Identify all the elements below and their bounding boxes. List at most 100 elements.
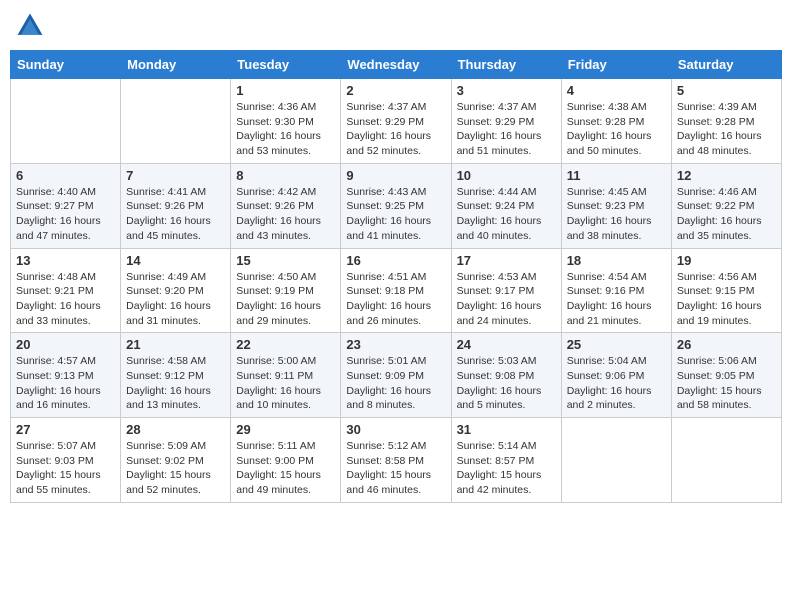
day-info: Sunrise: 5:04 AM Sunset: 9:06 PM Dayligh… xyxy=(567,354,666,413)
day-info: Sunrise: 4:51 AM Sunset: 9:18 PM Dayligh… xyxy=(346,270,445,329)
calendar-cell: 17 Sunrise: 4:53 AM Sunset: 9:17 PM Dayli… xyxy=(451,248,561,333)
day-info: Sunrise: 4:45 AM Sunset: 9:23 PM Dayligh… xyxy=(567,185,666,244)
day-number: 13 xyxy=(16,253,115,268)
day-info: Sunrise: 5:14 AM Sunset: 8:57 PM Dayligh… xyxy=(457,439,556,498)
day-info: Sunrise: 4:56 AM Sunset: 9:15 PM Dayligh… xyxy=(677,270,776,329)
calendar-cell: 25 Sunrise: 5:04 AM Sunset: 9:06 PM Dayli… xyxy=(561,333,671,418)
calendar-cell: 15 Sunrise: 4:50 AM Sunset: 9:19 PM Dayli… xyxy=(231,248,341,333)
day-info: Sunrise: 5:00 AM Sunset: 9:11 PM Dayligh… xyxy=(236,354,335,413)
day-number: 18 xyxy=(567,253,666,268)
logo xyxy=(14,10,50,42)
day-number: 25 xyxy=(567,337,666,352)
day-number: 23 xyxy=(346,337,445,352)
day-number: 27 xyxy=(16,422,115,437)
day-info: Sunrise: 5:09 AM Sunset: 9:02 PM Dayligh… xyxy=(126,439,225,498)
calendar-cell: 14 Sunrise: 4:49 AM Sunset: 9:20 PM Dayli… xyxy=(121,248,231,333)
day-info: Sunrise: 4:54 AM Sunset: 9:16 PM Dayligh… xyxy=(567,270,666,329)
day-of-week-header: Thursday xyxy=(451,51,561,79)
day-info: Sunrise: 5:12 AM Sunset: 8:58 PM Dayligh… xyxy=(346,439,445,498)
calendar-cell: 27 Sunrise: 5:07 AM Sunset: 9:03 PM Dayli… xyxy=(11,418,121,503)
day-info: Sunrise: 5:06 AM Sunset: 9:05 PM Dayligh… xyxy=(677,354,776,413)
calendar-week-row: 6 Sunrise: 4:40 AM Sunset: 9:27 PM Daylig… xyxy=(11,163,782,248)
calendar-cell: 2 Sunrise: 4:37 AM Sunset: 9:29 PM Daylig… xyxy=(341,79,451,164)
calendar-cell: 24 Sunrise: 5:03 AM Sunset: 9:08 PM Dayli… xyxy=(451,333,561,418)
logo-icon xyxy=(14,10,46,42)
header xyxy=(10,10,782,42)
calendar-cell: 1 Sunrise: 4:36 AM Sunset: 9:30 PM Daylig… xyxy=(231,79,341,164)
day-info: Sunrise: 4:50 AM Sunset: 9:19 PM Dayligh… xyxy=(236,270,335,329)
day-of-week-header: Wednesday xyxy=(341,51,451,79)
calendar-cell: 8 Sunrise: 4:42 AM Sunset: 9:26 PM Daylig… xyxy=(231,163,341,248)
calendar-cell: 21 Sunrise: 4:58 AM Sunset: 9:12 PM Dayli… xyxy=(121,333,231,418)
calendar-cell xyxy=(561,418,671,503)
day-number: 11 xyxy=(567,168,666,183)
calendar-cell xyxy=(121,79,231,164)
calendar-cell: 30 Sunrise: 5:12 AM Sunset: 8:58 PM Dayli… xyxy=(341,418,451,503)
day-number: 20 xyxy=(16,337,115,352)
calendar-cell: 22 Sunrise: 5:00 AM Sunset: 9:11 PM Dayli… xyxy=(231,333,341,418)
calendar-cell: 20 Sunrise: 4:57 AM Sunset: 9:13 PM Dayli… xyxy=(11,333,121,418)
calendar-cell: 7 Sunrise: 4:41 AM Sunset: 9:26 PM Daylig… xyxy=(121,163,231,248)
day-info: Sunrise: 4:42 AM Sunset: 9:26 PM Dayligh… xyxy=(236,185,335,244)
day-number: 24 xyxy=(457,337,556,352)
day-number: 9 xyxy=(346,168,445,183)
day-number: 31 xyxy=(457,422,556,437)
day-info: Sunrise: 5:01 AM Sunset: 9:09 PM Dayligh… xyxy=(346,354,445,413)
calendar-cell: 31 Sunrise: 5:14 AM Sunset: 8:57 PM Dayli… xyxy=(451,418,561,503)
calendar-cell xyxy=(671,418,781,503)
day-info: Sunrise: 4:37 AM Sunset: 9:29 PM Dayligh… xyxy=(346,100,445,159)
calendar-week-row: 27 Sunrise: 5:07 AM Sunset: 9:03 PM Dayli… xyxy=(11,418,782,503)
calendar-cell: 19 Sunrise: 4:56 AM Sunset: 9:15 PM Dayli… xyxy=(671,248,781,333)
day-number: 10 xyxy=(457,168,556,183)
calendar-week-row: 13Sunrise: 4:48 AM Sunset: 9:21 PM Dayli… xyxy=(11,248,782,333)
calendar: SundayMondayTuesdayWednesdayThursdayFrid… xyxy=(10,50,782,503)
day-number: 21 xyxy=(126,337,225,352)
day-info: Sunrise: 4:40 AM Sunset: 9:27 PM Dayligh… xyxy=(16,185,115,244)
day-info: Sunrise: 4:57 AM Sunset: 9:13 PM Dayligh… xyxy=(16,354,115,413)
day-number: 14 xyxy=(126,253,225,268)
day-number: 28 xyxy=(126,422,225,437)
day-of-week-header: Tuesday xyxy=(231,51,341,79)
day-number: 1 xyxy=(236,83,335,98)
calendar-cell: 26 Sunrise: 5:06 AM Sunset: 9:05 PM Dayli… xyxy=(671,333,781,418)
calendar-cell: 9Sunrise: 4:43 AM Sunset: 9:25 PM Daylig… xyxy=(341,163,451,248)
day-info: Sunrise: 4:39 AM Sunset: 9:28 PM Dayligh… xyxy=(677,100,776,159)
calendar-header-row: SundayMondayTuesdayWednesdayThursdayFrid… xyxy=(11,51,782,79)
day-info: Sunrise: 4:41 AM Sunset: 9:26 PM Dayligh… xyxy=(126,185,225,244)
day-number: 30 xyxy=(346,422,445,437)
calendar-cell xyxy=(11,79,121,164)
day-info: Sunrise: 5:11 AM Sunset: 9:00 PM Dayligh… xyxy=(236,439,335,498)
day-number: 2 xyxy=(346,83,445,98)
day-number: 19 xyxy=(677,253,776,268)
calendar-cell: 4Sunrise: 4:38 AM Sunset: 9:28 PM Daylig… xyxy=(561,79,671,164)
day-number: 29 xyxy=(236,422,335,437)
day-number: 7 xyxy=(126,168,225,183)
day-info: Sunrise: 5:07 AM Sunset: 9:03 PM Dayligh… xyxy=(16,439,115,498)
day-number: 4 xyxy=(567,83,666,98)
day-number: 26 xyxy=(677,337,776,352)
calendar-cell: 3 Sunrise: 4:37 AM Sunset: 9:29 PM Daylig… xyxy=(451,79,561,164)
day-number: 6 xyxy=(16,168,115,183)
calendar-cell: 10 Sunrise: 4:44 AM Sunset: 9:24 PM Dayli… xyxy=(451,163,561,248)
calendar-week-row: 1 Sunrise: 4:36 AM Sunset: 9:30 PM Daylig… xyxy=(11,79,782,164)
day-number: 15 xyxy=(236,253,335,268)
day-info: Sunrise: 4:58 AM Sunset: 9:12 PM Dayligh… xyxy=(126,354,225,413)
day-number: 17 xyxy=(457,253,556,268)
calendar-cell: 28 Sunrise: 5:09 AM Sunset: 9:02 PM Dayli… xyxy=(121,418,231,503)
calendar-cell: 11 Sunrise: 4:45 AM Sunset: 9:23 PM Dayli… xyxy=(561,163,671,248)
calendar-week-row: 20 Sunrise: 4:57 AM Sunset: 9:13 PM Dayli… xyxy=(11,333,782,418)
day-number: 8 xyxy=(236,168,335,183)
day-number: 3 xyxy=(457,83,556,98)
calendar-cell: 18 Sunrise: 4:54 AM Sunset: 9:16 PM Dayli… xyxy=(561,248,671,333)
day-info: Sunrise: 4:37 AM Sunset: 9:29 PM Dayligh… xyxy=(457,100,556,159)
calendar-cell: 12Sunrise: 4:46 AM Sunset: 9:22 PM Dayli… xyxy=(671,163,781,248)
day-info: Sunrise: 4:44 AM Sunset: 9:24 PM Dayligh… xyxy=(457,185,556,244)
day-of-week-header: Friday xyxy=(561,51,671,79)
day-info: Sunrise: 5:03 AM Sunset: 9:08 PM Dayligh… xyxy=(457,354,556,413)
day-info: Sunrise: 4:36 AM Sunset: 9:30 PM Dayligh… xyxy=(236,100,335,159)
day-number: 22 xyxy=(236,337,335,352)
calendar-cell: 6 Sunrise: 4:40 AM Sunset: 9:27 PM Daylig… xyxy=(11,163,121,248)
day-info: Sunrise: 4:49 AM Sunset: 9:20 PM Dayligh… xyxy=(126,270,225,329)
day-info: Sunrise: 4:53 AM Sunset: 9:17 PM Dayligh… xyxy=(457,270,556,329)
day-of-week-header: Saturday xyxy=(671,51,781,79)
